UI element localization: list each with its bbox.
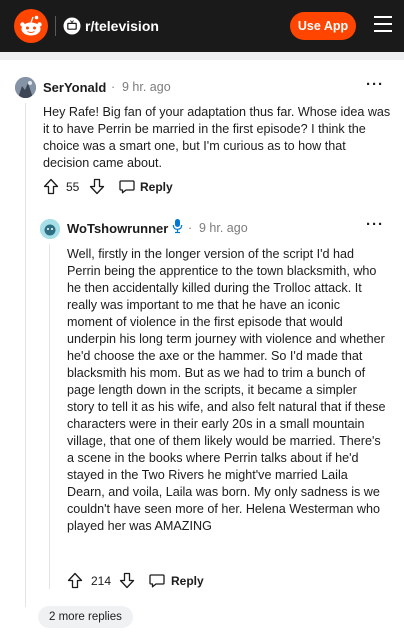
upvote-icon[interactable] (43, 178, 59, 198)
separator-dot: · (111, 80, 116, 94)
comment-actions: 214 Reply (67, 572, 267, 592)
comment-body: Hey Rafe! Big fan of your adaptation thu… (43, 105, 391, 170)
use-app-button[interactable]: Use App (290, 12, 356, 40)
reply-button[interactable]: Reply (171, 574, 204, 588)
reply-icon[interactable] (119, 179, 135, 197)
top-bar: r/television Use App (0, 0, 404, 52)
upvote-icon[interactable] (67, 572, 83, 592)
header-divider (55, 16, 56, 36)
avatar[interactable] (15, 77, 36, 98)
thread-line[interactable] (25, 103, 26, 607)
avatar[interactable] (40, 219, 60, 239)
vote-score: 214 (91, 574, 112, 588)
reply-icon[interactable] (149, 573, 165, 591)
tv-icon (63, 17, 81, 35)
comment-timestamp: 9 hr. ago (199, 221, 248, 235)
comment-body: Well, firstly in the longer version of t… (67, 247, 386, 533)
separator-dot: · (188, 221, 193, 235)
vote-score: 55 (66, 180, 80, 194)
thread-line[interactable] (49, 244, 50, 589)
downvote-icon[interactable] (119, 572, 135, 592)
comment-actions: 55 Reply (43, 178, 243, 198)
comment-author[interactable]: WoTshowrunner (67, 221, 168, 236)
comment-timestamp: 9 hr. ago (122, 80, 171, 94)
downvote-icon[interactable] (89, 178, 105, 198)
more-options-icon[interactable]: ··· (366, 76, 384, 93)
header-spacer (0, 52, 404, 60)
reply-button[interactable]: Reply (140, 180, 173, 194)
more-options-icon[interactable]: ··· (366, 216, 384, 233)
comment-author[interactable]: SerYonald (43, 80, 106, 95)
menu-icon[interactable] (374, 16, 392, 36)
more-replies-button[interactable]: 2 more replies (38, 606, 133, 628)
reddit-logo-icon[interactable] (14, 9, 48, 43)
microphone-icon (172, 218, 183, 237)
subreddit-name[interactable]: r/television (85, 18, 159, 34)
